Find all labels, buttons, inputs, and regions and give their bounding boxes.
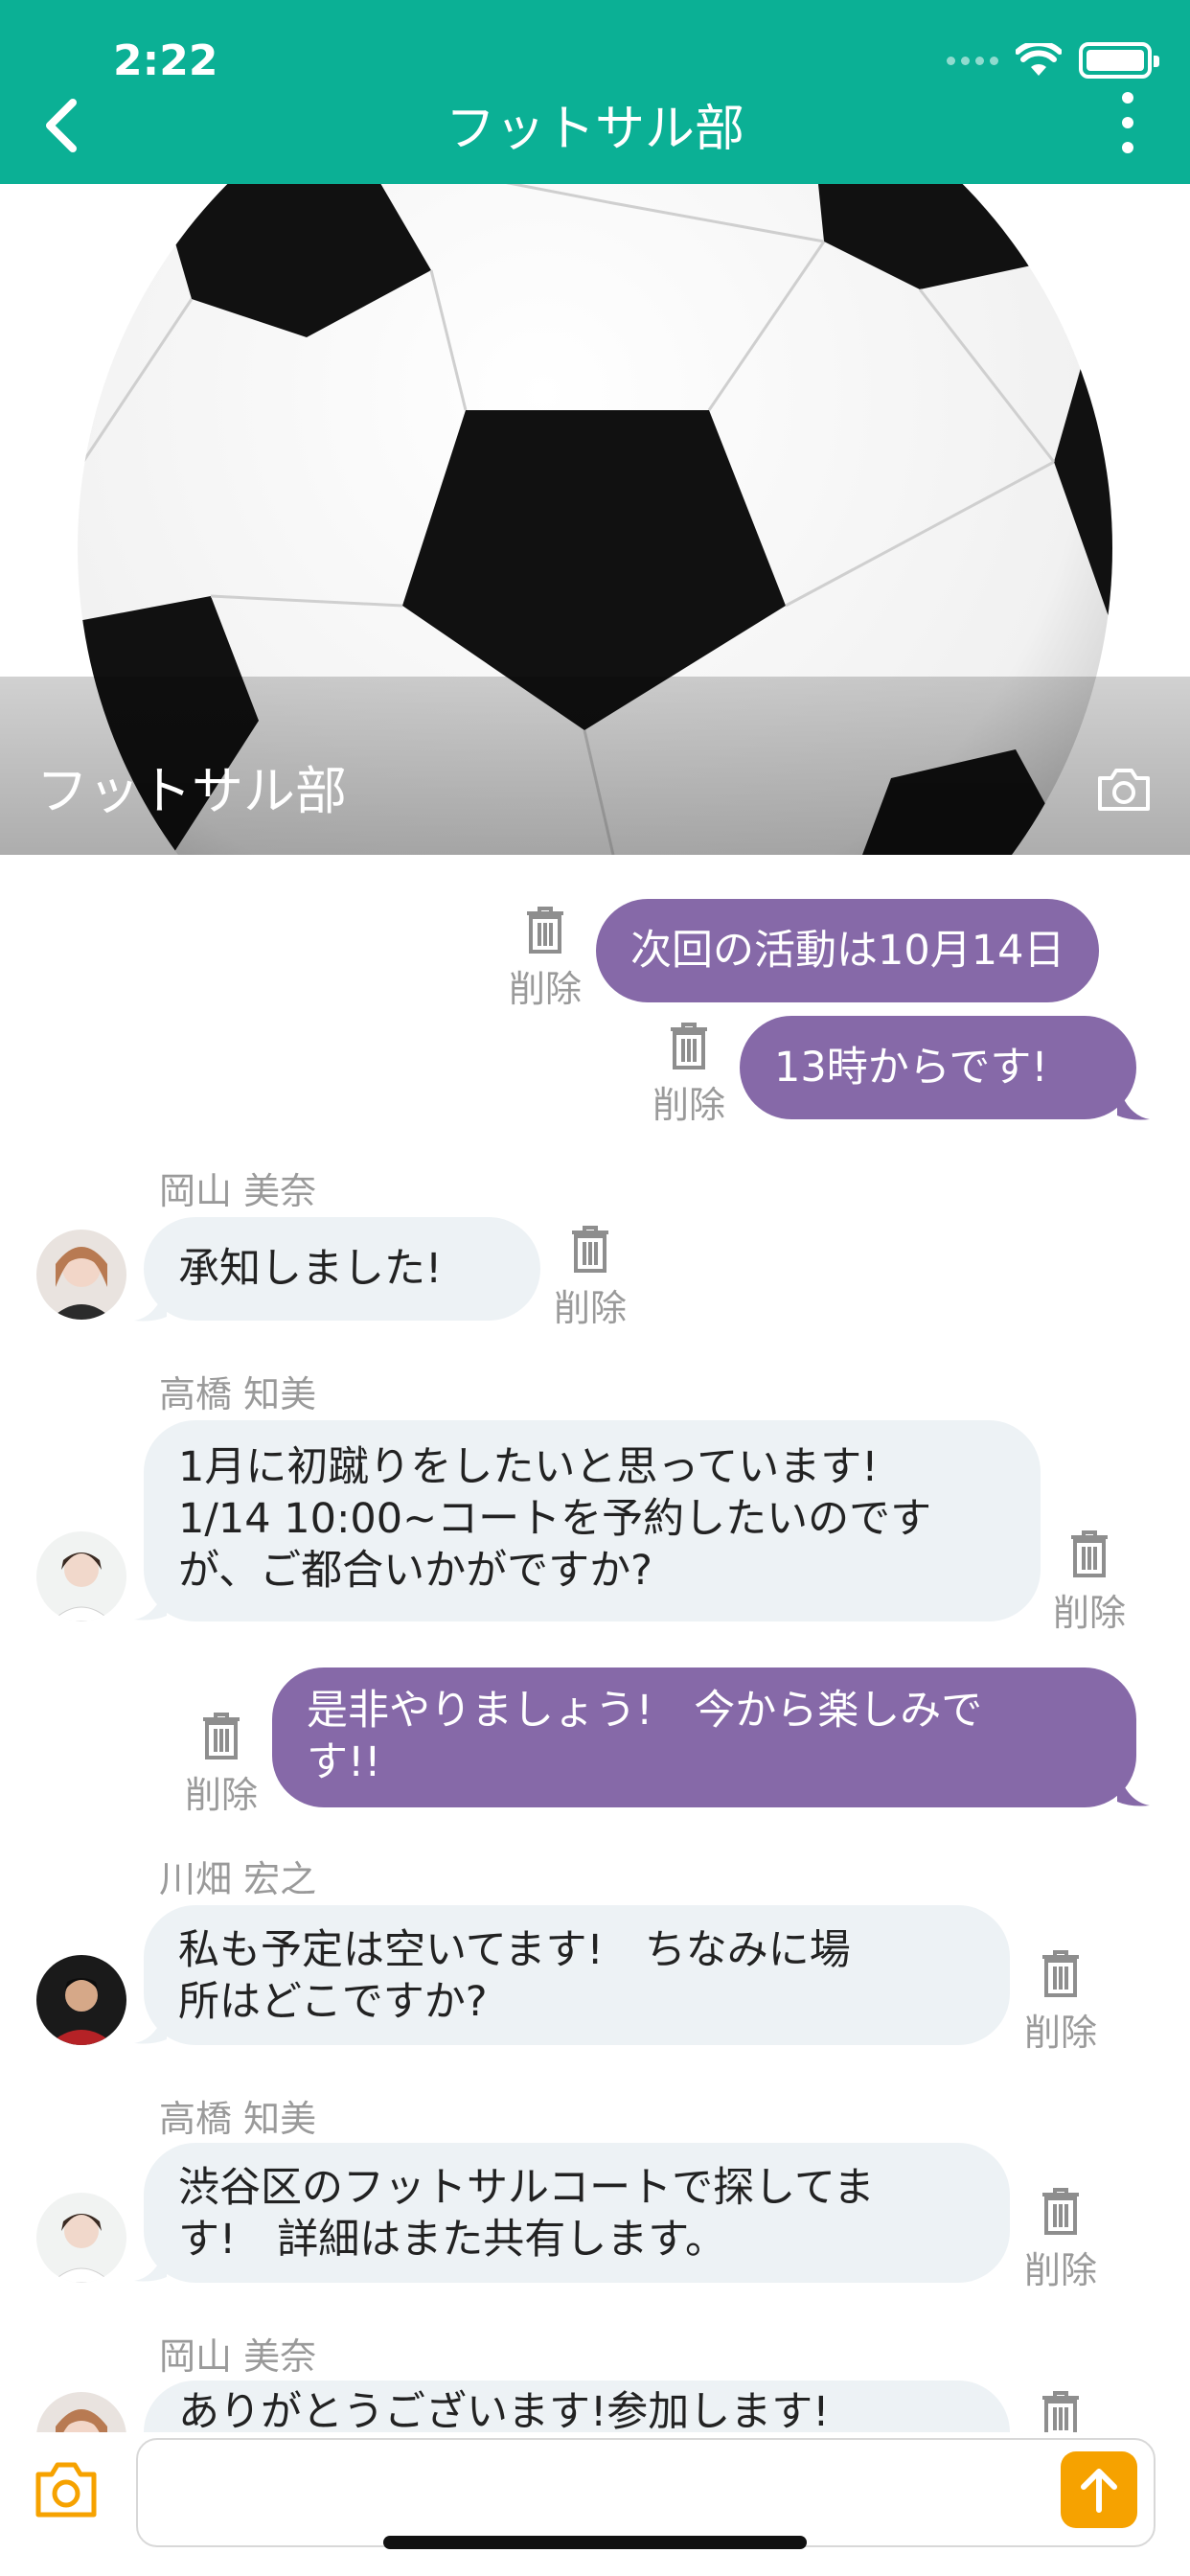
bubble-tail: [134, 2007, 167, 2044]
delete-label: 削除: [553, 1287, 627, 1329]
my-message-bubble[interactable]: 13時からです!: [740, 1016, 1136, 1119]
message-line: が、ご都合いかがですか?: [178, 1547, 652, 1595]
delete-label: 削除: [1023, 2249, 1097, 2291]
sender-name: 川畑 宏之: [159, 1858, 317, 1900]
message-line: 渋谷区のフットサルコートで探してま: [178, 2164, 875, 2212]
cover-title: フットサル部: [36, 761, 347, 821]
wifi-icon: [1016, 43, 1062, 76]
avatar[interactable]: [36, 2193, 126, 2283]
message-line: 所はどこですか?: [178, 1978, 488, 2026]
bubble-tail: [134, 2244, 167, 2282]
more-menu-button[interactable]: [1113, 92, 1142, 153]
avatar[interactable]: [36, 1955, 126, 2045]
delete-label: 削除: [1052, 1592, 1126, 1634]
bubble-tail: [134, 1583, 167, 1621]
trash-icon: [1042, 2188, 1079, 2235]
their-message-bubble[interactable]: 私も予定は空いてます! ちなみに場 所はどこですか?: [144, 1905, 1010, 2045]
delete-message-button[interactable]: 削除: [1046, 1530, 1133, 1634]
change-cover-camera-icon[interactable]: [1096, 767, 1152, 813]
message-text: 13時からです!: [774, 1044, 1048, 1092]
sender-name: 高橋 知美: [159, 1373, 317, 1415]
trash-icon: [203, 1713, 240, 1760]
status-icons: [947, 42, 1159, 79]
message-line: 是非やりましょう! 今から楽しみで: [307, 1687, 983, 1735]
delete-label: 削除: [1023, 2012, 1097, 2054]
delete-label: 削除: [184, 1774, 258, 1816]
send-button[interactable]: [1061, 2451, 1137, 2528]
trash-icon: [572, 1226, 608, 1273]
sender-name: 岡山 美奈: [159, 1170, 317, 1212]
my-message-bubble[interactable]: 是非やりましょう! 今から楽しみで す!!: [272, 1668, 1136, 1807]
their-message-bubble[interactable]: 1月に初蹴りをしたいと思っています! 1/14 10:00~コートを予約したいの…: [144, 1420, 1041, 1622]
message-text: 承知しました!: [178, 1245, 443, 1293]
message-line: 1/14 10:00~コートを予約したいのです: [178, 1495, 932, 1543]
message-input[interactable]: [136, 2438, 1156, 2547]
delete-message-button[interactable]: 削除: [178, 1712, 264, 1816]
message-text: ありがとうございます!参加します!: [178, 2388, 830, 2436]
trash-icon: [1042, 1950, 1079, 1997]
delete-message-button[interactable]: 削除: [1018, 1949, 1104, 2054]
message-line: 私も予定は空いてます! ちなみに場: [178, 1926, 851, 1974]
delete-message-button[interactable]: 削除: [1018, 2187, 1104, 2291]
avatar[interactable]: [36, 1531, 126, 1622]
status-time: 2:22: [113, 36, 218, 85]
arrow-up-icon: [1081, 2469, 1117, 2513]
message-text: 次回の活動は10月14日: [630, 927, 1065, 975]
their-message-bubble[interactable]: 渋谷区のフットサルコートで探してま す! 詳細はまた共有します。: [144, 2143, 1010, 2283]
more-vertical-icon: [1122, 92, 1133, 104]
delete-message-button[interactable]: 削除: [502, 906, 588, 1010]
sender-name: 高橋 知美: [159, 2098, 317, 2140]
my-message-bubble[interactable]: 次回の活動は10月14日: [596, 899, 1100, 1002]
bubble-tail: [1117, 1769, 1150, 1806]
bubble-tail: [1117, 1083, 1150, 1120]
app-header: 2:22 フットサル部: [0, 0, 1190, 184]
delete-label: 削除: [508, 968, 582, 1010]
trash-icon: [527, 907, 563, 954]
battery-icon: [1079, 42, 1159, 79]
camera-icon[interactable]: [33, 2459, 100, 2520]
trash-icon: [1071, 1530, 1108, 1577]
home-indicator: [383, 2536, 807, 2549]
sender-name: 岡山 美奈: [159, 2335, 317, 2378]
group-cover: フットサル部: [0, 184, 1190, 855]
bubble-tail: [134, 1284, 167, 1322]
signal-icon: [947, 56, 998, 65]
header-title: フットサル部: [445, 101, 744, 158]
message-line: す! 詳細はまた共有します。: [178, 2216, 726, 2264]
their-message-bubble[interactable]: 承知しました!: [144, 1217, 540, 1321]
avatar[interactable]: [36, 1230, 126, 1320]
delete-message-button[interactable]: 削除: [646, 1022, 732, 1126]
delete-message-button[interactable]: 削除: [547, 1225, 633, 1329]
message-line: 1月に初蹴りをしたいと思っています!: [178, 1443, 879, 1491]
message-line: す!!: [307, 1738, 381, 1786]
trash-icon: [671, 1023, 707, 1070]
delete-label: 削除: [652, 1084, 725, 1126]
